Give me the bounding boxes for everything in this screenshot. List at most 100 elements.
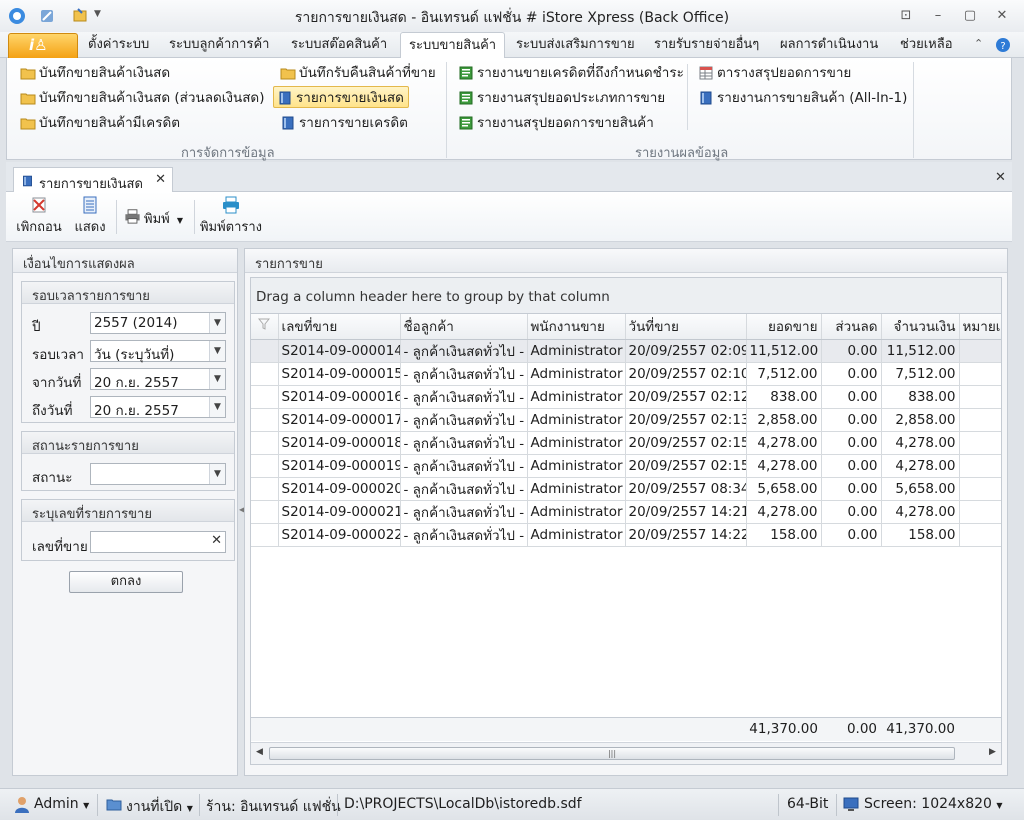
column-header-amount[interactable]: จำนวนเงิน — [881, 314, 960, 340]
user-menu[interactable]: Admin ▼ — [34, 796, 89, 812]
tab-sales[interactable]: ระบบขายสินค้า — [400, 32, 506, 59]
period-select[interactable]: วัน (ระบุวันที่) ▼ — [90, 340, 226, 363]
ribbon-collapse-icon[interactable]: ⌃ — [974, 37, 983, 50]
cell-salesperson: Administrator — [527, 477, 626, 501]
help-icon[interactable]: ? — [995, 37, 1011, 53]
chevron-down-icon[interactable]: ▼ — [209, 369, 225, 389]
show-button[interactable]: แสดง — [72, 196, 108, 237]
tab-performance[interactable]: ผลการดำเนินงาน — [780, 36, 878, 58]
print-table-button[interactable]: พิมพ์ตาราง — [198, 196, 264, 237]
screen-size-menu[interactable]: Screen: 1024x820 ▼ — [864, 796, 1003, 812]
sale-number-group: ระบุเลขที่รายการขาย เลขที่ขาย ✕ — [21, 499, 235, 561]
chevron-down-icon[interactable]: ▼ — [209, 397, 225, 417]
ribbon-credit-sales-list-button[interactable]: รายการขายเครดิต — [277, 112, 408, 134]
tab-customers[interactable]: ระบบลูกค้าการค้า — [169, 36, 269, 58]
maximize-button[interactable]: ▢ — [956, 6, 984, 26]
ribbon-credit-sale-button[interactable]: บันทึกขายสินค้ามีเครดิต — [17, 112, 180, 134]
horizontal-scrollbar[interactable]: ◀ ||| ▶ — [251, 742, 1001, 764]
tab-promotions[interactable]: ระบบส่งเสริมการขาย — [516, 36, 635, 58]
table-row[interactable]: S2014-09-000021- ลูกค้าเงินสดทั่วไป - Adm… — [251, 500, 1001, 524]
row-indicator[interactable] — [251, 362, 279, 386]
scroll-left-icon[interactable]: ◀ — [256, 747, 263, 757]
ribbon-cash-sales-list-button[interactable]: รายการขายเงินสด — [273, 86, 409, 108]
to-date-picker[interactable]: 20 ก.ย. 2557 ▼ — [90, 396, 226, 419]
table-row[interactable]: S2014-09-000018- ลูกค้าเงินสดทั่วไป - Adm… — [251, 431, 1001, 455]
cell-salesperson: Administrator — [527, 500, 626, 524]
cell-sale-no: S2014-09-000019 — [278, 454, 401, 478]
tab-help[interactable]: ช่วยเหลือ — [900, 36, 953, 58]
ribbon-cash-sale-discount-button[interactable]: บันทึกขายสินค้าเงินสด (ส่วนลดเงินสด) — [17, 87, 264, 109]
ok-button[interactable]: ตกลง — [69, 571, 183, 593]
ribbon-all-in-one-report-button[interactable]: รายงานการขายสินค้า (All-In-1) — [695, 87, 907, 109]
clear-icon[interactable]: ✕ — [211, 533, 222, 548]
ribbon-cash-sale-button[interactable]: บันทึกขายสินค้าเงินสด — [17, 62, 170, 84]
total-amount: 41,370.00 — [886, 721, 955, 737]
close-all-tabs-icon[interactable]: ✕ — [995, 170, 1006, 185]
cancel-icon — [32, 197, 46, 213]
close-tab-icon[interactable]: ✕ — [155, 172, 166, 187]
table-row[interactable]: S2014-09-000020- ลูกค้าเงินสดทั่วไป - Adm… — [251, 477, 1001, 501]
scroll-right-icon[interactable]: ▶ — [989, 747, 996, 757]
from-date-picker[interactable]: 20 ก.ย. 2557 ▼ — [90, 368, 226, 391]
restore-layout-icon[interactable]: ⊡ — [892, 6, 920, 26]
column-header-discount[interactable]: ส่วนลด — [821, 314, 882, 340]
show-label: แสดง — [74, 220, 106, 235]
scroll-thumb[interactable]: ||| — [269, 747, 955, 760]
table-row[interactable]: S2014-09-000019- ลูกค้าเงินสดทั่วไป - Adm… — [251, 454, 1001, 478]
table-row[interactable]: S2014-09-000016- ลูกค้าเงินสดทั่วไป - Adm… — [251, 385, 1001, 409]
print-button[interactable]: พิมพ์ ▼ — [122, 208, 190, 229]
row-indicator[interactable] — [251, 408, 279, 432]
filter-icon[interactable] — [251, 314, 279, 340]
cell-sales: 4,278.00 — [746, 500, 822, 524]
sale-number-input[interactable]: ✕ — [90, 531, 226, 553]
cell-date: 20/09/2557 02:10 — [625, 362, 747, 386]
chevron-down-icon[interactable]: ▼ — [209, 341, 225, 361]
cell-customer: - ลูกค้าเงินสดทั่วไป - — [400, 500, 528, 524]
column-header-customer[interactable]: ชื่อลูกค้า — [400, 314, 528, 340]
status-separator — [199, 794, 200, 816]
row-indicator[interactable] — [251, 454, 279, 478]
document-tab-cash-sales[interactable]: รายการขายเงินสด ✕ — [13, 167, 173, 193]
cell-amount: 11,512.00 — [881, 339, 960, 363]
chevron-down-icon[interactable]: ▼ — [209, 464, 225, 484]
close-button[interactable]: ✕ — [988, 6, 1016, 26]
cell-discount: 0.00 — [821, 454, 882, 478]
ribbon-sales-summary-table-button[interactable]: ตารางสรุปยอดการขาย — [695, 62, 851, 84]
column-header-date[interactable]: วันที่ขาย — [625, 314, 747, 340]
tab-stock[interactable]: ระบบสต๊อคสินค้า — [291, 36, 387, 58]
ribbon-sales-return-button[interactable]: บันทึกรับคืนสินค้าที่ขาย — [277, 62, 436, 84]
tab-settings[interactable]: ตั้งค่าระบบ — [88, 36, 149, 58]
row-indicator[interactable] — [251, 339, 279, 363]
table-row[interactable]: S2014-09-000014- ลูกค้าเงินสดทั่วไป - Adm… — [251, 339, 1001, 363]
table-row[interactable]: S2014-09-000015- ลูกค้าเงินสดทั่วไป - Adm… — [251, 362, 1001, 386]
ribbon-product-sales-report-button[interactable]: รายงานสรุปยอดการขายสินค้า — [455, 112, 654, 134]
group-by-area[interactable]: Drag a column header here to group by th… — [250, 277, 1002, 313]
table-row[interactable]: S2014-09-000017- ลูกค้าเงินสดทั่วไป - Adm… — [251, 408, 1001, 432]
year-select[interactable]: 2557 (2014) ▼ — [90, 312, 226, 334]
ribbon-sales-type-report-button[interactable]: รายงานสรุปยอดประเภทการขาย — [455, 87, 665, 109]
ribbon-credit-due-report-button[interactable]: รายงานขายเครดิตที่ถึงกำหนดชำระ — [455, 62, 684, 84]
row-indicator[interactable] — [251, 431, 279, 455]
tab-other-income[interactable]: รายรับรายจ่ายอื่นๆ — [654, 36, 759, 58]
cell-date: 20/09/2557 02:13 — [625, 408, 747, 432]
column-header-salesperson[interactable]: พนักงานขาย — [527, 314, 626, 340]
table-row[interactable]: S2014-09-000022- ลูกค้าเงินสดทั่วไป - Adm… — [251, 523, 1001, 547]
cell-sale-no: S2014-09-000021 — [278, 500, 401, 524]
chevron-down-icon[interactable]: ▼ — [209, 313, 225, 333]
minimize-button[interactable]: – — [924, 6, 952, 26]
cell-discount: 0.00 — [821, 500, 882, 524]
cancel-button[interactable]: เพิกถอน — [10, 196, 68, 237]
row-indicator[interactable] — [251, 500, 279, 524]
cell-date: 20/09/2557 02:09 — [625, 339, 747, 363]
column-header-sales[interactable]: ยอดขาย — [746, 314, 822, 340]
open-work-menu[interactable]: งานที่เปิด ▼ — [126, 796, 193, 818]
print-dropdown-icon[interactable]: ▼ — [177, 216, 183, 225]
column-header-sale-no[interactable]: เลขที่ขาย — [278, 314, 401, 340]
column-header-note[interactable]: หมายเห — [959, 314, 1001, 340]
row-indicator[interactable] — [251, 523, 279, 547]
app-menu-button[interactable]: i♙ — [8, 33, 78, 58]
ribbon-cash-sale-label: บันทึกขายสินค้าเงินสด — [39, 65, 171, 81]
status-select[interactable]: ▼ — [90, 463, 226, 485]
row-indicator[interactable] — [251, 477, 279, 501]
row-indicator[interactable] — [251, 385, 279, 409]
